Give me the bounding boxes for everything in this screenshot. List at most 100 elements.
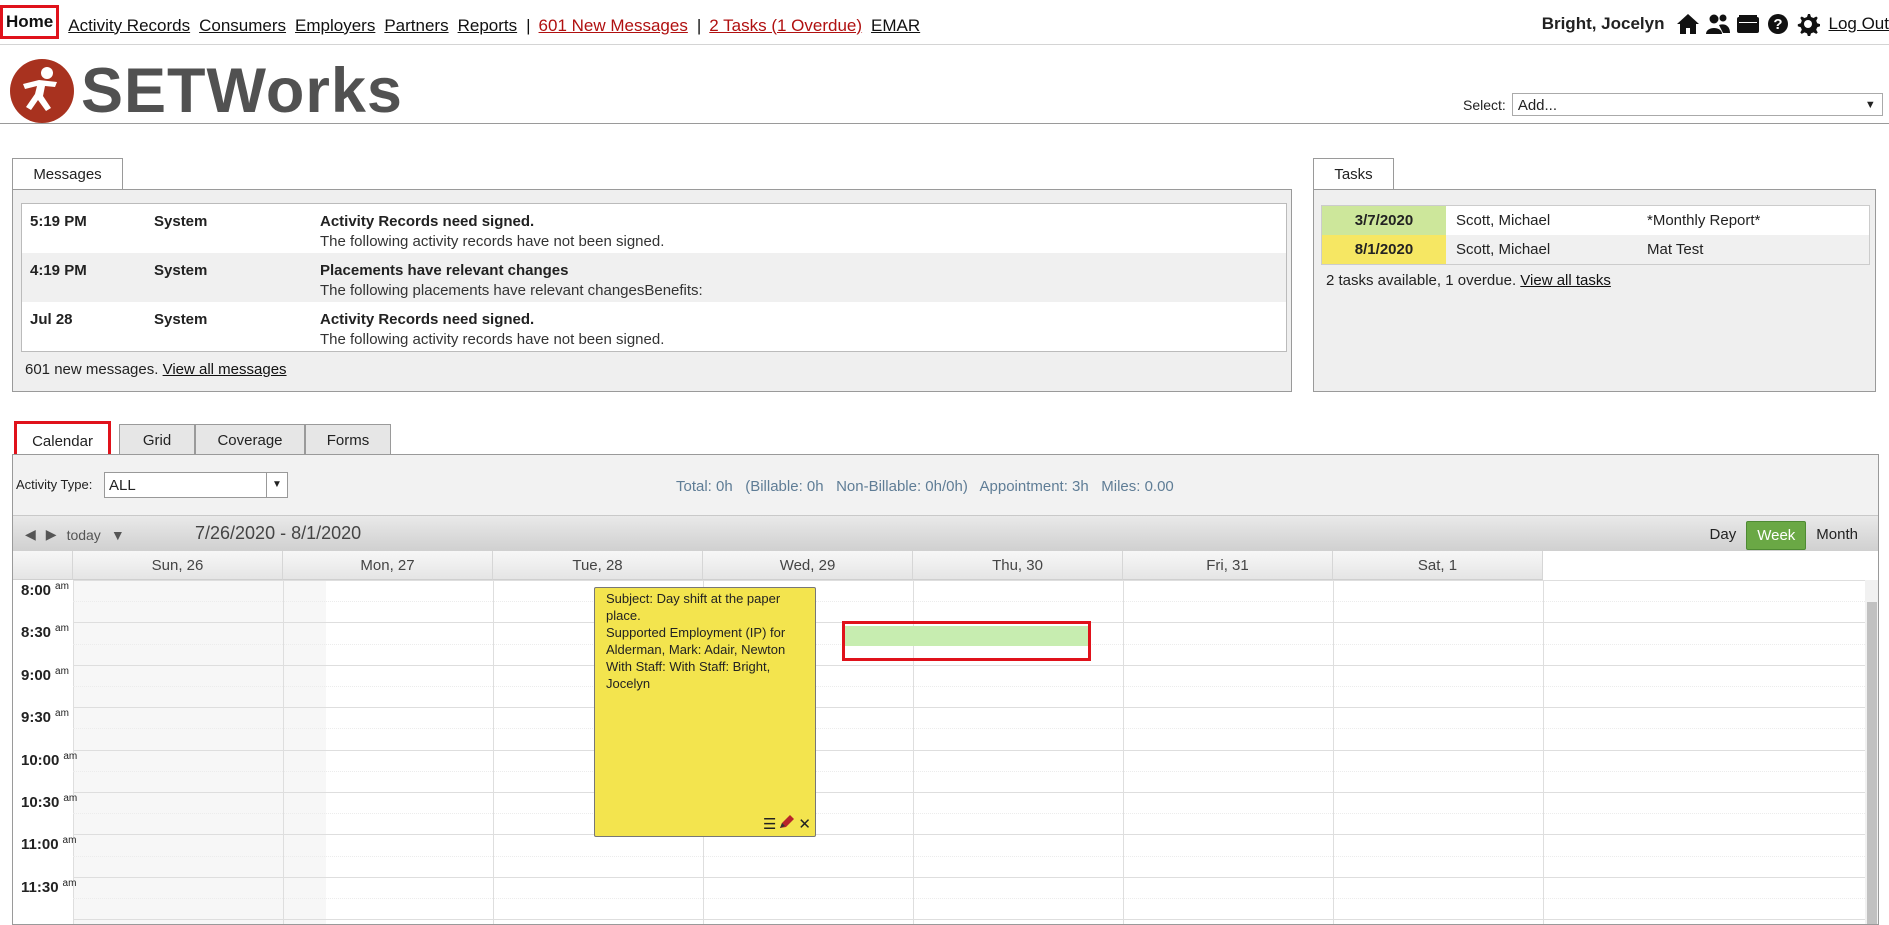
day-header[interactable]: Fri, 31 xyxy=(1123,551,1333,580)
nav-home[interactable]: Home xyxy=(0,5,60,39)
top-nav: Home Activity Records Consumers Employer… xyxy=(0,0,1889,45)
nav-reports[interactable]: Reports xyxy=(458,16,518,36)
tab-messages[interactable]: Messages xyxy=(12,158,123,189)
prev-arrow-icon[interactable]: ◀ xyxy=(25,526,36,543)
message-title: Activity Records need signed. xyxy=(320,311,535,328)
task-title: Mat Test xyxy=(1647,241,1704,258)
time-period: am xyxy=(63,750,78,762)
nav-employers[interactable]: Employers xyxy=(295,16,375,36)
today-button[interactable]: today xyxy=(67,527,101,543)
message-row[interactable]: 4:19 PM System Placements have relevant ch… xyxy=(22,253,1286,302)
menu-icon[interactable]: ☰ xyxy=(763,816,776,833)
time-period: am xyxy=(63,793,78,804)
calendar-event[interactable]: Subject: Day shift at the paper place. S… xyxy=(594,587,816,837)
logo-text: SETWorks xyxy=(81,55,403,126)
calendar-scrollbar[interactable] xyxy=(1865,580,1878,924)
task-title: *Monthly Report* xyxy=(1647,212,1761,229)
event-actions: ☰ ✕ xyxy=(763,814,811,834)
chevron-down-icon: ▼ xyxy=(266,473,287,497)
view-week-button[interactable]: Week xyxy=(1746,521,1807,550)
user-area: Bright, Jocelyn ? Log Out xyxy=(1542,12,1889,36)
time-value: 11:30 xyxy=(21,878,59,896)
tab-forms[interactable]: Forms xyxy=(305,424,391,455)
day-header[interactable]: Mon, 27 xyxy=(283,551,493,580)
slot-line xyxy=(73,664,1867,666)
time-value: 9:30 xyxy=(21,709,52,727)
time-header-corner xyxy=(13,551,73,580)
time-period: am xyxy=(62,835,77,847)
calendar-filter-bar: Activity Type: ALL ▼ Total: 0h (Billable… xyxy=(13,455,1878,515)
task-row[interactable]: 3/7/2020 Scott, Michael *Monthly Report* xyxy=(1322,206,1869,235)
message-time: 4:19 PM xyxy=(30,262,87,279)
half-slot-line xyxy=(73,898,1867,899)
sunday-column-shade xyxy=(73,580,326,924)
folder-icon[interactable] xyxy=(1733,12,1763,36)
message-body: Placements have relevant changes The foll… xyxy=(320,253,703,302)
nav-new-messages[interactable]: 601 New Messages xyxy=(539,16,688,36)
nav-activity-records[interactable]: Activity Records xyxy=(68,16,190,36)
time-value: 11:00 xyxy=(21,836,59,854)
tasks-panel: 3/7/2020 Scott, Michael *Monthly Report* 8/… xyxy=(1313,189,1876,392)
add-select[interactable]: Add... ▼ xyxy=(1511,93,1883,116)
message-title: Placements have relevant changes xyxy=(320,262,569,279)
user-name: Bright, Jocelyn xyxy=(1541,14,1665,33)
view-all-messages-link[interactable]: View all messages xyxy=(163,361,287,378)
message-row[interactable]: 5:19 PM System Activity Records need signe… xyxy=(22,204,1286,253)
task-row[interactable]: 8/1/2020 Scott, Michael Mat Test xyxy=(1322,235,1869,264)
event-subject: Subject: Day shift at the paper place. xyxy=(606,591,781,623)
event-service: Supported Employment (IP) for Alderman, … xyxy=(606,625,786,657)
day-divider xyxy=(493,580,494,924)
edit-icon[interactable] xyxy=(778,814,796,834)
day-header[interactable]: Sat, 1 xyxy=(1333,551,1543,580)
time-label: 10:30 am xyxy=(13,793,81,811)
message-sender: System xyxy=(154,262,208,279)
day-divider xyxy=(1543,580,1544,924)
messages-list: 5:19 PM System Activity Records need signe… xyxy=(21,203,1287,352)
close-icon[interactable]: ✕ xyxy=(798,816,811,833)
half-slot-line xyxy=(73,770,1867,772)
day-header[interactable]: Tue, 28 xyxy=(493,551,703,580)
logo-mark-icon xyxy=(10,59,74,123)
tab-coverage[interactable]: Coverage xyxy=(195,424,305,455)
view-day-button[interactable]: Day xyxy=(1700,521,1747,550)
help-icon[interactable]: ? xyxy=(1763,12,1793,36)
nav-consumers[interactable]: Consumers xyxy=(199,16,286,36)
day-header[interactable]: Sun, 26 xyxy=(73,551,283,580)
tab-grid[interactable]: Grid xyxy=(119,424,195,455)
half-slot-line xyxy=(73,686,1867,687)
view-month-button[interactable]: Month xyxy=(1806,521,1868,550)
chevron-down-icon: ▼ xyxy=(1864,99,1876,111)
half-slot-line xyxy=(73,855,1867,857)
main-menu: Home Activity Records Consumers Employer… xyxy=(0,5,929,39)
message-desc: The following activity records have not … xyxy=(320,331,665,348)
tab-calendar[interactable]: Calendar xyxy=(14,421,111,457)
date-range: 7/26/2020 - 8/1/2020 xyxy=(195,523,362,543)
nav-separator: | xyxy=(696,15,702,35)
caret-down-icon[interactable]: ▼ xyxy=(111,527,125,543)
message-row[interactable]: Jul 28 System Activity Records need signed… xyxy=(22,302,1286,351)
tasks-list: 3/7/2020 Scott, Michael *Monthly Report* 8/… xyxy=(1321,205,1870,265)
nav-emar[interactable]: EMAR xyxy=(871,16,920,36)
scrollbar-thumb[interactable] xyxy=(1867,602,1877,924)
gear-icon[interactable] xyxy=(1793,12,1823,36)
view-switcher: Day Week Month xyxy=(1700,521,1868,550)
view-all-tasks-link[interactable]: View all tasks xyxy=(1520,272,1611,289)
activity-type-select[interactable]: ALL ▼ xyxy=(104,472,288,498)
tab-tasks[interactable]: Tasks xyxy=(1313,158,1394,189)
message-body: Activity Records need signed. The followi… xyxy=(320,204,664,253)
half-slot-line xyxy=(73,813,1867,815)
logout-link[interactable]: Log Out xyxy=(1829,14,1889,34)
next-arrow-icon[interactable]: ▶ xyxy=(46,526,57,543)
tasks-summary: 2 tasks available, 1 overdue. View all t… xyxy=(1326,272,1611,289)
day-header[interactable]: Thu, 30 xyxy=(913,551,1123,580)
message-body: Activity Records need signed. The followi… xyxy=(320,302,664,351)
messages-count: 601 new messages. xyxy=(25,361,159,378)
time-period: am xyxy=(55,581,69,592)
nav-partners[interactable]: Partners xyxy=(384,16,448,36)
home-icon[interactable] xyxy=(1673,12,1703,36)
slot-line xyxy=(73,834,1867,836)
nav-tasks[interactable]: 2 Tasks (1 Overdue) xyxy=(709,16,862,36)
select-label: Select: xyxy=(1463,96,1506,113)
people-icon[interactable] xyxy=(1703,12,1733,36)
day-header[interactable]: Wed, 29 xyxy=(703,551,913,580)
